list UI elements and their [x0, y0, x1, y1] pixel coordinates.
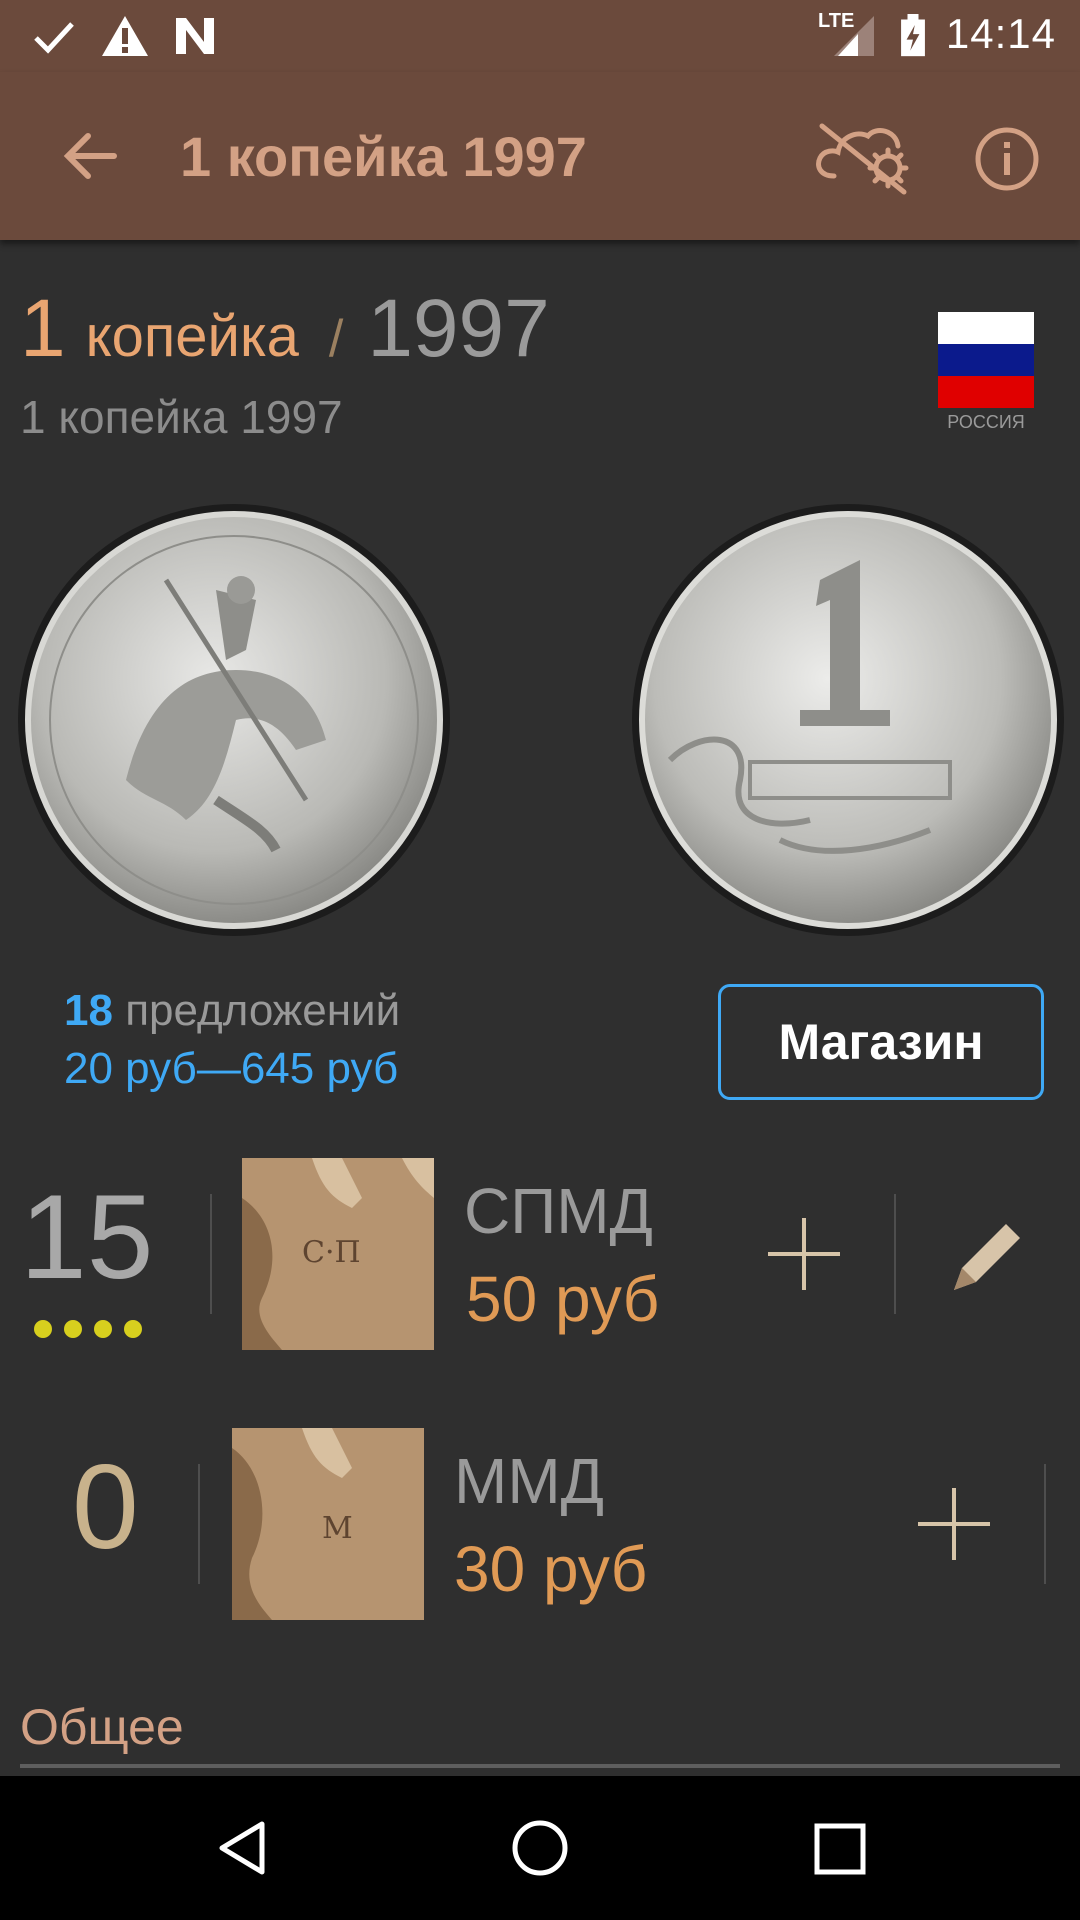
mint-name: СПМД: [464, 1175, 653, 1247]
coin-obverse-image[interactable]: [16, 500, 456, 940]
warning-icon: [102, 16, 148, 56]
mint-mark-image[interactable]: С·П: [242, 1158, 434, 1350]
recents-square-icon[interactable]: [812, 1818, 868, 1878]
mint-mark-letters: М: [322, 1511, 353, 1546]
status-bar: LTE 14:14: [0, 0, 1080, 72]
edit-pencil-icon[interactable]: [944, 1216, 1028, 1300]
row-divider: [894, 1194, 896, 1314]
navigation-bar: [0, 1776, 1080, 1920]
add-plus-icon[interactable]: [768, 1218, 840, 1290]
offers-count: 18: [64, 986, 113, 1035]
add-plus-icon[interactable]: [918, 1488, 990, 1560]
russia-flag-icon: [938, 312, 1034, 408]
offers-summary: 18 предложений 20 руб—645 руб: [64, 986, 400, 1094]
home-circle-icon[interactable]: [510, 1818, 570, 1878]
row-divider: [1044, 1464, 1046, 1584]
mint-mark-image[interactable]: М: [232, 1428, 424, 1620]
mint-mark-letters: С·П: [302, 1235, 361, 1270]
condition-dots: [34, 1320, 154, 1343]
coin-subtitle: 1 копейка 1997: [20, 391, 343, 443]
condition-dot: [124, 1320, 142, 1338]
mint-price: 50 руб: [466, 1263, 660, 1335]
back-arrow-icon[interactable]: [56, 114, 140, 198]
info-icon[interactable]: [974, 126, 1040, 192]
n-icon: [176, 18, 214, 54]
mint-name: ММД: [454, 1445, 604, 1517]
battery-charging-icon: [901, 14, 925, 57]
mint-row-mmd: 0 М ММД 30 руб: [0, 1420, 1080, 1620]
mint-row-spmd: 15 С·П СПМД 50 руб: [0, 1150, 1080, 1350]
check-icon: [34, 22, 74, 54]
offers-label: предложений: [125, 986, 401, 1035]
denomination: 1: [20, 283, 66, 374]
section-title: Общее: [20, 1699, 184, 1755]
cloud-settings-icon[interactable]: [812, 116, 916, 196]
row-divider: [210, 1194, 212, 1314]
app-bar: 1 копейка 1997: [0, 72, 1080, 240]
coin-reverse-image[interactable]: [630, 500, 1070, 940]
coin-year: 1997: [367, 283, 550, 374]
row-divider: [198, 1464, 200, 1584]
coin-title: 1 копейка / 1997: [20, 282, 550, 376]
condition-dot: [34, 1320, 52, 1338]
condition-dot: [64, 1320, 82, 1338]
clock: 14:14: [945, 10, 1056, 57]
condition-dot: [94, 1320, 112, 1338]
title-separator: /: [328, 310, 344, 368]
country-label: РОССИЯ: [947, 412, 1025, 432]
collection-count: 0: [72, 1440, 139, 1574]
denomination-unit: копейка: [85, 304, 299, 369]
offers-price-range: 20 руб—645 руб: [64, 1044, 399, 1093]
signal-lte-icon: [834, 16, 874, 56]
mint-price: 30 руб: [454, 1533, 648, 1605]
back-triangle-icon[interactable]: [212, 1818, 272, 1878]
section-divider: [20, 1764, 1060, 1768]
collection-count: 15: [20, 1170, 154, 1304]
shop-button[interactable]: Магазин: [718, 984, 1044, 1100]
app-title: 1 копейка 1997: [180, 125, 587, 188]
